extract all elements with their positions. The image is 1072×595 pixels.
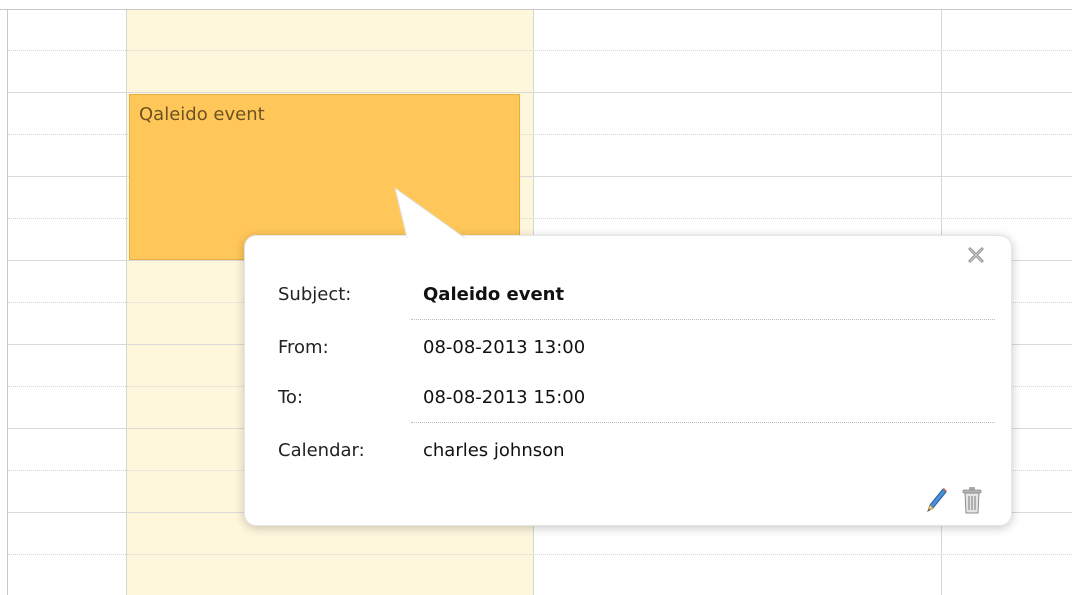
to-label: To: <box>278 387 304 408</box>
popover-actions <box>923 484 985 516</box>
grid-half-hour-line <box>8 50 1072 51</box>
subject-value: Qaleido event <box>423 284 565 305</box>
to-value: 08-08-2013 15:00 <box>423 387 586 408</box>
calendar-value: charles johnson <box>423 440 565 461</box>
close-icon[interactable] <box>967 246 985 264</box>
event-details-popover: Subject: Qaleido event From: 08-08-2013 … <box>244 235 1012 526</box>
subject-label: Subject: <box>278 284 352 305</box>
grid-hour-line <box>8 92 1072 93</box>
grid-half-hour-line <box>8 554 1072 555</box>
trash-icon[interactable] <box>959 484 985 516</box>
row-separator <box>411 319 995 320</box>
popover-row-subject: Subject: Qaleido event <box>278 272 995 320</box>
row-separator <box>411 422 995 423</box>
from-value: 08-08-2013 13:00 <box>423 337 586 358</box>
event-title: Qaleido event <box>139 104 265 125</box>
from-label: From: <box>278 337 329 358</box>
pencil-icon[interactable] <box>923 484 949 516</box>
popover-pointer <box>394 186 466 238</box>
popover-row-to: To: 08-08-2013 15:00 <box>278 375 995 423</box>
popover-row-from: From: 08-08-2013 13:00 <box>278 325 995 373</box>
popover-row-calendar: Calendar: charles johnson <box>278 428 995 476</box>
calendar-label: Calendar: <box>278 440 365 461</box>
